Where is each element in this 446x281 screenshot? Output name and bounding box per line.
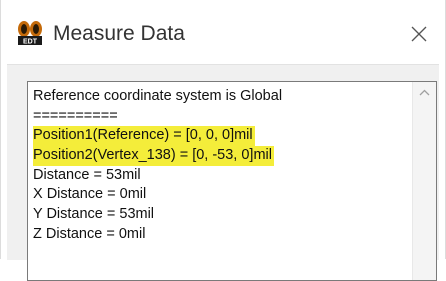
result-line: X Distance = 0mil — [33, 186, 147, 203]
close-icon[interactable] — [405, 20, 433, 48]
result-line: Distance = 53mil — [33, 166, 141, 183]
highlighted-result-line: Position1(Reference) = [0, 0, 0]mil — [33, 126, 255, 147]
result-line: ========== — [33, 107, 118, 124]
result-line: Z Distance = 0mil — [33, 225, 146, 242]
measure-data-window: EDT Measure Data Reference coordinate sy… — [0, 0, 446, 281]
measure-results-listbox[interactable]: Reference coordinate system is Global ===… — [27, 81, 437, 281]
window-title: Measure Data — [53, 22, 185, 45]
svg-text:EDT: EDT — [23, 39, 38, 46]
dialog-client-area: Reference coordinate system is Global ===… — [7, 64, 439, 281]
results-lines: Reference coordinate system is Global ===… — [33, 87, 284, 245]
result-line: Reference coordinate system is Global — [33, 88, 283, 104]
highlighted-result-line: Position2(Vertex_138) = [0, -53, 0]mil — [33, 146, 274, 166]
result-line: Y Distance = 53mil — [33, 206, 155, 223]
chevron-up-icon[interactable] — [413, 82, 436, 104]
edt-app-icon: EDT — [17, 20, 43, 46]
title-bar[interactable]: EDT Measure Data — [1, 0, 445, 64]
vertical-scrollbar[interactable] — [412, 82, 436, 280]
